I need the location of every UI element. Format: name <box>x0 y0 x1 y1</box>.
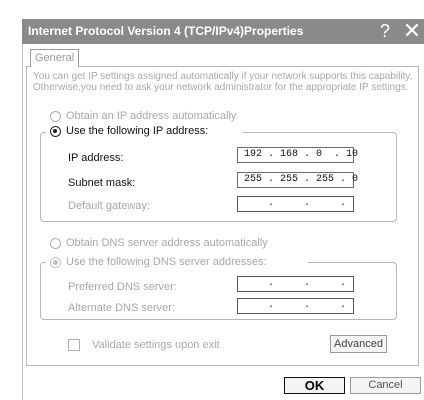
preferred-dns-field[interactable]: . . . <box>237 276 354 292</box>
dialog-titlebar[interactable]: Internet Protocol Version 4 (TCP/IPv4)Pr… <box>22 19 424 44</box>
dns-group-legend: Use the following DNS server addresses: <box>46 255 308 269</box>
close-icon[interactable]: ✕ <box>400 20 424 42</box>
validate-label: Validate settings upon exit <box>92 339 220 351</box>
ip-group-legend: Use the following IP address: <box>46 124 242 138</box>
manual-dns-label: Use the following DNS server addresses: <box>66 256 267 268</box>
manual-ip-radio[interactable] <box>50 126 61 137</box>
auto-dns-label: Obtain DNS server address automatically <box>66 237 268 249</box>
description-text: You can get IP settings assigned automat… <box>33 71 413 93</box>
tab-general[interactable]: General <box>30 49 80 67</box>
preferred-dns-label: Preferred DNS server: <box>68 281 177 293</box>
advanced-button[interactable]: Advanced <box>330 335 387 353</box>
auto-ip-radio[interactable] <box>50 111 61 122</box>
subnet-mask-field[interactable]: 255 . 255 . 255 . 0 <box>237 172 358 188</box>
default-gateway-label: Default gateway: <box>68 200 150 212</box>
ip-address-field[interactable]: 192 . 168 . 0 . 10 <box>237 147 358 163</box>
auto-dns-radio[interactable] <box>50 238 61 249</box>
dialog-title: Internet Protocol Version 4 (TCP/IPv4)Pr… <box>28 24 304 38</box>
validate-checkbox[interactable] <box>68 339 80 351</box>
alternate-dns-field[interactable]: . . . <box>237 298 354 314</box>
manual-dns-radio[interactable] <box>50 257 61 268</box>
alternate-dns-label: Alternate DNS server: <box>68 302 175 314</box>
subnet-mask-label: Subnet mask: <box>68 177 136 189</box>
ok-button[interactable]: OK <box>284 377 345 394</box>
help-icon[interactable]: ? <box>374 20 396 42</box>
ip-address-label: IP address: <box>68 152 124 164</box>
cancel-button[interactable]: Cancel <box>350 377 421 394</box>
default-gateway-field[interactable]: . . . <box>237 196 354 212</box>
manual-ip-label: Use the following IP address: <box>66 125 209 137</box>
auto-ip-label: Obtain an IP address automatically <box>66 110 237 122</box>
